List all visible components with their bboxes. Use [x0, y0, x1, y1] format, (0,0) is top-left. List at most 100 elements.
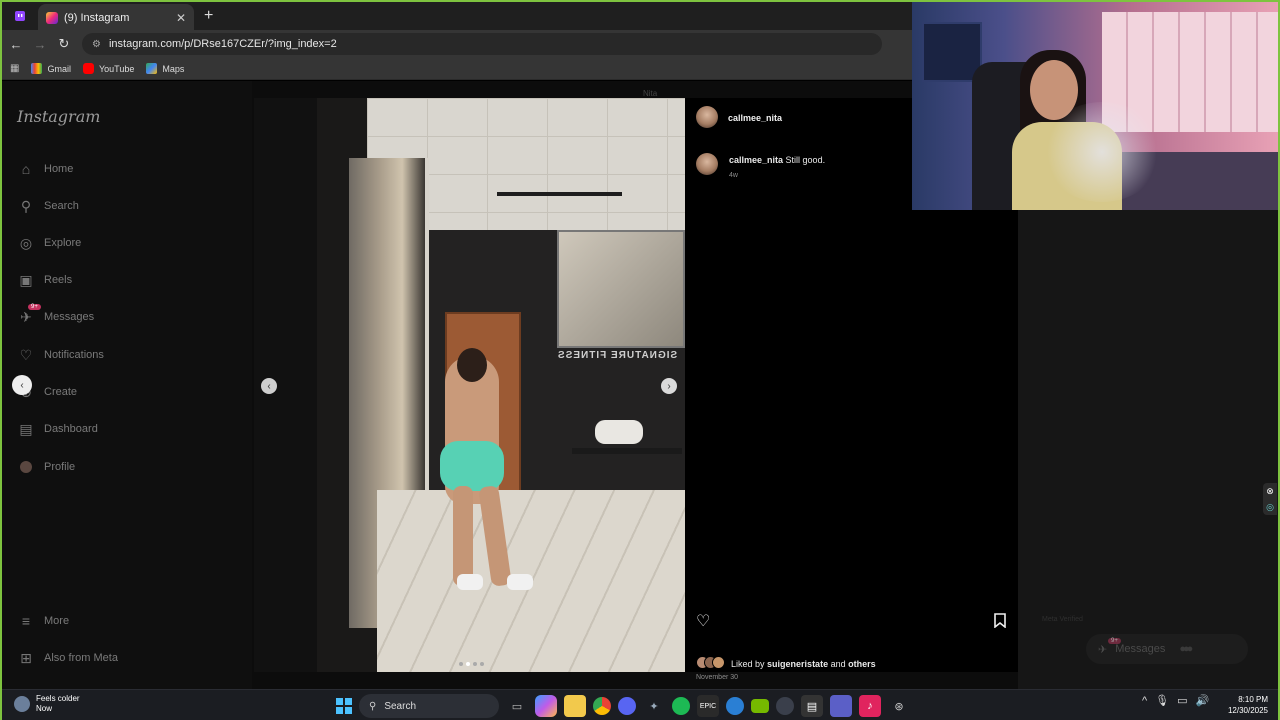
new-tab-button[interactable]: +: [204, 7, 213, 25]
taskbar-clock[interactable]: 8:10 PM 12/30/2025: [1224, 694, 1268, 716]
post-author-avatar[interactable]: [696, 106, 718, 128]
menu-icon: ≡: [21, 613, 31, 629]
forward-button[interactable]: →: [28, 37, 52, 52]
address-bar[interactable]: ⚙ instagram.com/p/DRse167CZEr/?img_index…: [82, 33, 882, 55]
post-photo[interactable]: SIGNATURE FITNESS: [317, 98, 685, 672]
search-icon: ⚲: [369, 700, 377, 712]
site-info-icon[interactable]: ⚙: [92, 39, 101, 50]
volume-icon[interactable]: 🔊: [1196, 694, 1210, 707]
instagram-logo[interactable]: Instagram: [17, 107, 100, 126]
nav-explore[interactable]: ◎ Explore: [18, 235, 81, 251]
windows-taskbar: Feels colder Now ⚲ Search ▭ ✦ EPIC ▤ ♪ ⊛…: [2, 689, 1278, 720]
comment-age: 4w: [729, 172, 738, 179]
app-badge-icon[interactable]: ⊛: [888, 695, 910, 717]
comment-username[interactable]: callmee_nita: [729, 155, 783, 165]
edge-icon[interactable]: [726, 697, 744, 715]
taskbar-search[interactable]: ⚲ Search: [359, 694, 499, 718]
target-icon[interactable]: ◎: [1266, 502, 1274, 513]
close-tab-icon[interactable]: ✕: [176, 11, 186, 25]
microphone-icon[interactable]: 🎙: [1155, 694, 1169, 707]
instagram-sidebar: Instagram ⌂ Home ⚲ Search ◎ Explore ▣ Re…: [2, 81, 252, 689]
chrome-icon[interactable]: [593, 697, 611, 715]
carousel-next-button[interactable]: ›: [661, 378, 677, 394]
liker-avatar: [712, 656, 725, 669]
reload-button[interactable]: ↻: [52, 36, 76, 52]
apps-grid-icon[interactable]: ▦: [10, 63, 19, 74]
nav-label: Home: [44, 163, 74, 175]
nav-label: Dashboard: [44, 423, 98, 435]
nav-dashboard[interactable]: ▤ Dashboard: [18, 420, 98, 437]
bookmark-youtube[interactable]: YouTube: [82, 63, 135, 74]
nav-label: Notifications: [44, 349, 104, 361]
bookmark-label: Gmail: [47, 63, 71, 74]
gmail-icon: [31, 63, 43, 74]
nav-more[interactable]: ≡ More: [18, 613, 69, 629]
messages-pill-badge: 9+: [1108, 637, 1121, 644]
nav-label: Explore: [44, 237, 82, 249]
liked-others[interactable]: others: [848, 659, 876, 669]
messages-pill-avatars: ●●●: [1179, 643, 1193, 655]
bookmark-gmail[interactable]: Gmail: [31, 63, 71, 74]
copilot-icon[interactable]: [535, 695, 557, 717]
modal-back-button[interactable]: ‹: [12, 375, 32, 395]
obs-icon[interactable]: [776, 697, 794, 715]
post-date: November 30: [696, 674, 739, 681]
nav-reels[interactable]: ▣ Reels: [18, 272, 72, 288]
nav-notifications[interactable]: ♡ Notifications: [18, 347, 104, 363]
screen: (9) Instagram ✕ + ← → ↻ ⚙ instagram.com/…: [0, 0, 1280, 720]
url-text: instagram.com/p/DRse167CZEr/?img_index=2: [108, 38, 337, 50]
nav-home[interactable]: ⌂ Home: [18, 161, 74, 177]
dashboard-icon: ▤: [19, 420, 33, 437]
chevron-right-icon: ›: [667, 380, 671, 392]
messages-badge: 9+: [28, 304, 41, 310]
maps-icon: [146, 63, 158, 74]
back-button[interactable]: ←: [4, 37, 28, 52]
file-explorer-icon[interactable]: [564, 695, 586, 717]
terminal-icon[interactable]: ▤: [801, 695, 823, 717]
carousel-dots: [459, 662, 484, 666]
carousel-dot: [473, 662, 477, 666]
tiktok-icon[interactable]: ♪: [859, 695, 881, 717]
comment-avatar[interactable]: [696, 153, 718, 175]
photo-mirror: [557, 230, 685, 348]
nav-profile[interactable]: Profile: [18, 459, 75, 475]
photo-person-head: [457, 348, 487, 382]
messages-pill[interactable]: ✈ 9+ Messages ●●●: [1086, 634, 1248, 664]
webcam-vapor: [1042, 102, 1162, 202]
youtube-icon: [82, 63, 94, 74]
liked-by-text: Liked by suigeneristate and others: [731, 659, 876, 669]
weather-widget[interactable]: Feels colder Now: [14, 694, 80, 714]
chevron-up-icon[interactable]: ^: [1142, 695, 1147, 707]
carousel-dot-active: [466, 662, 470, 666]
tab-title: (9) Instagram: [64, 12, 130, 24]
side-widget[interactable]: ⊗ ◎: [1263, 483, 1277, 515]
close-circle-icon[interactable]: ⊗: [1266, 486, 1274, 497]
carousel-prev-button[interactable]: ‹: [261, 378, 277, 394]
epic-games-icon[interactable]: EPIC: [697, 695, 719, 717]
teams-icon[interactable]: [830, 695, 852, 717]
post-author-username[interactable]: callmee_nita: [728, 113, 782, 123]
liked-user[interactable]: suigeneristate: [767, 659, 828, 669]
nav-also-from-meta[interactable]: ⊞ Also from Meta: [18, 650, 118, 666]
twitch-icon[interactable]: [2, 2, 38, 30]
meta-verified-faint: Meta Verified: [1042, 616, 1083, 623]
nav-label: More: [44, 615, 70, 627]
nvidia-icon[interactable]: [751, 699, 769, 713]
nav-label: Search: [44, 200, 79, 212]
nav-messages[interactable]: ✈ 9+ Messages: [18, 304, 94, 325]
nav-search[interactable]: ⚲ Search: [18, 198, 79, 214]
browser-tab[interactable]: (9) Instagram ✕: [38, 4, 194, 32]
bookmark-maps[interactable]: Maps: [146, 63, 184, 74]
liked-and: and: [830, 659, 846, 669]
task-view-icon[interactable]: ▭: [506, 695, 528, 717]
bookmark-label: YouTube: [98, 63, 135, 74]
photo-bench: [572, 448, 682, 454]
spotify-icon[interactable]: [672, 697, 690, 715]
windows-start-icon[interactable]: [336, 698, 352, 714]
game-controller-icon[interactable]: ✦: [643, 695, 665, 717]
bookmark-icon[interactable]: [994, 613, 1006, 628]
display-icon[interactable]: ▭: [1177, 694, 1187, 707]
like-heart-icon[interactable]: ♡: [696, 611, 710, 631]
heart-icon: ♡: [19, 346, 33, 363]
discord-icon[interactable]: [618, 697, 636, 715]
